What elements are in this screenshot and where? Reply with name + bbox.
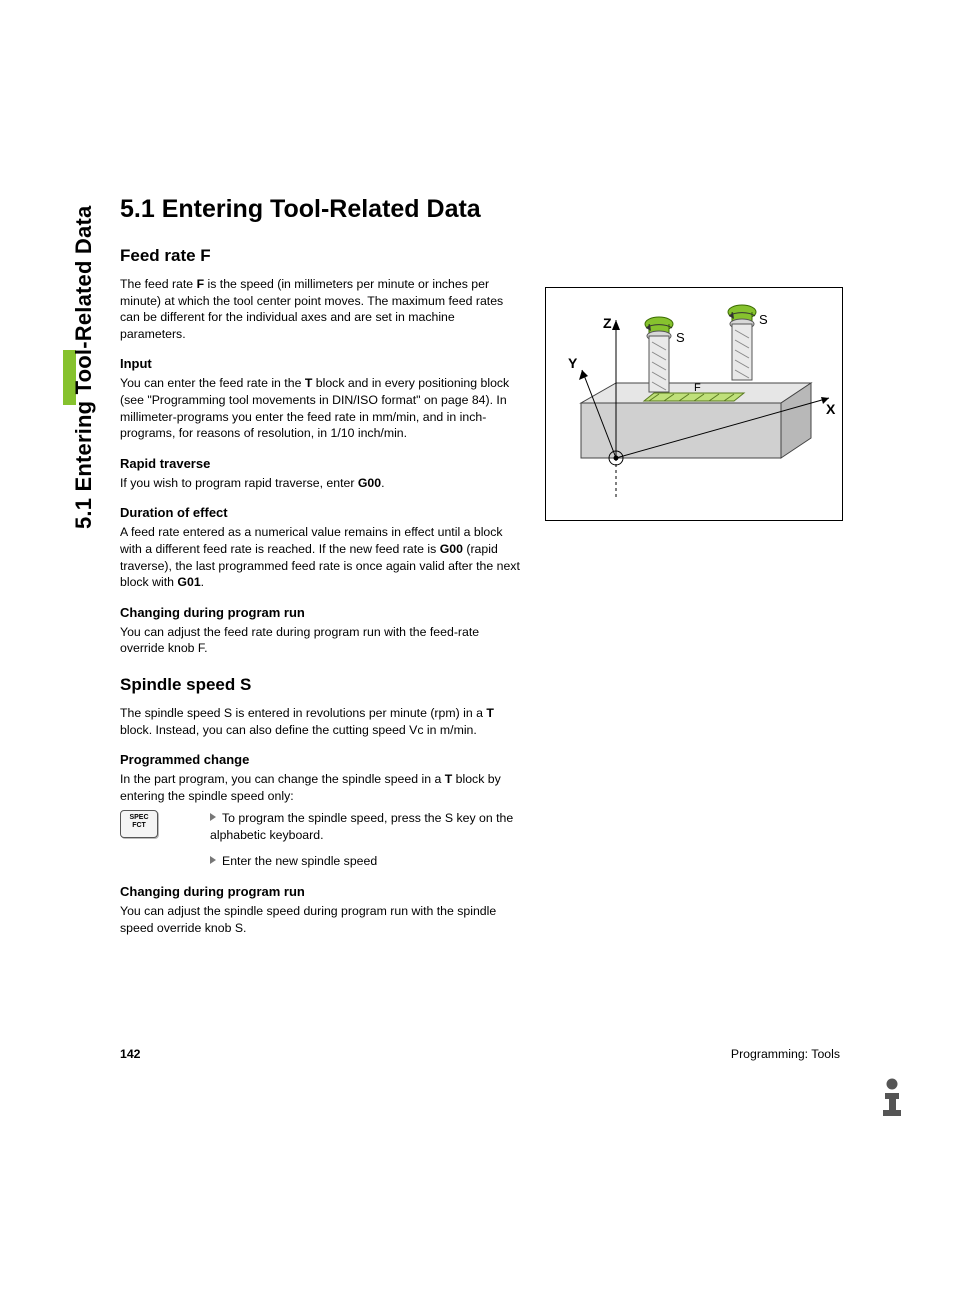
axis-x-label: X (826, 401, 836, 417)
feed-G01-bold: G01 (177, 575, 200, 589)
text: If you wish to program rapid traverse, e… (120, 476, 358, 490)
feed-input-body: You can enter the feed rate in the T blo… (120, 375, 520, 441)
step-text-1: To program the spindle speed, press the … (210, 810, 520, 843)
heading-feedrate: Feed rate F (120, 246, 860, 266)
feed-F-bold: F (197, 277, 205, 291)
text: . (201, 575, 204, 589)
side-tab-label: 5.1 Entering Tool-Related Data (71, 206, 97, 529)
spindle-steps: SPEC FCT To program the spindle speed, p… (120, 810, 520, 870)
feed-duration-body: A feed rate entered as a numerical value… (120, 524, 520, 590)
spindle-T-bold: T (486, 706, 494, 720)
chapter-name: Programming: Tools (731, 1047, 840, 1061)
heading-spindle-change: Changing during program run (120, 884, 860, 899)
heading-prog-change: Programmed change (120, 752, 860, 767)
heading-feed-change: Changing during program run (120, 605, 860, 620)
spindle-prog-body: In the part program, you can change the … (120, 771, 520, 804)
step-row-1: SPEC FCT To program the spindle speed, p… (120, 810, 520, 843)
spindle-intro: The spindle speed S is entered in revolu… (120, 705, 520, 738)
section-title: 5.1 Entering Tool-Related Data (120, 195, 860, 224)
key-line1: SPEC (129, 814, 148, 821)
axis-z-label: Z (603, 315, 612, 331)
info-icon (870, 1074, 914, 1118)
key-col: SPEC FCT (120, 810, 210, 838)
text: To program the spindle speed, press the … (210, 811, 513, 842)
page-number: 142 (120, 1047, 141, 1061)
text: The feed rate (120, 277, 197, 291)
side-tab: 5.1 Entering Tool-Related Data (63, 200, 95, 530)
feed-f-label: F (694, 382, 701, 394)
spec-fct-key-icon: SPEC FCT (120, 810, 158, 838)
heading-spindle: Spindle speed S (120, 675, 860, 695)
step-text-2: Enter the new spindle speed (210, 853, 520, 870)
feed-G00-bold2: G00 (440, 542, 463, 556)
text: . (381, 476, 384, 490)
tool-s-label-2: S (759, 312, 768, 327)
feed-intro: The feed rate F is the speed (in millime… (120, 276, 520, 342)
arrow-icon (210, 856, 216, 864)
text: In the part program, you can change the … (120, 772, 445, 786)
page-footer: 142 Programming: Tools (120, 1047, 840, 1061)
text: You can enter the feed rate in the (120, 376, 305, 390)
tool-s-label-1: S (676, 330, 685, 345)
arrow-icon (210, 813, 216, 821)
key-line2: FCT (132, 822, 146, 829)
step-row-2: Enter the new spindle speed (120, 853, 520, 870)
axis-y-label: Y (568, 355, 578, 371)
text: block. Instead, you can also define the … (120, 723, 477, 737)
feed-G00-bold: G00 (358, 476, 381, 490)
feed-rapid-body: If you wish to program rapid traverse, e… (120, 475, 520, 492)
figure-tool-axes: Z Y X S S F (545, 287, 843, 521)
spindle-change-body: You can adjust the spindle speed during … (120, 903, 520, 936)
text: The spindle speed S is entered in revolu… (120, 706, 486, 720)
text: Enter the new spindle speed (222, 854, 377, 868)
feed-change-body: You can adjust the feed rate during prog… (120, 624, 520, 657)
